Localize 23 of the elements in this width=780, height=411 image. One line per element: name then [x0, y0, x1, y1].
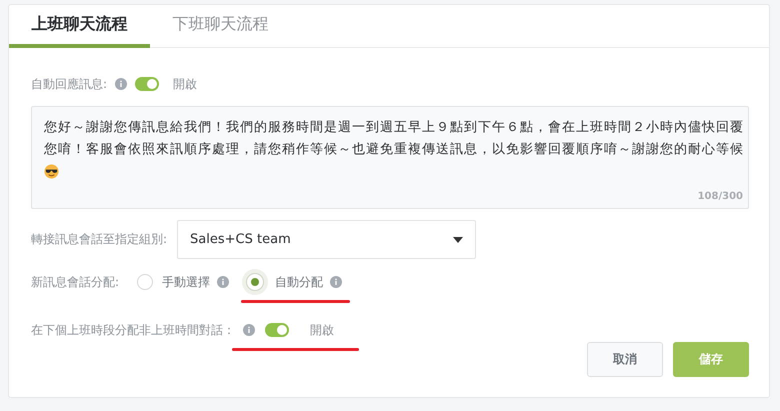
info-icon [330, 276, 342, 288]
group-select[interactable]: Sales+CS team [177, 220, 476, 259]
field-label: 自動回應訊息: [31, 76, 108, 92]
toggle-switch[interactable] [265, 323, 289, 337]
message-text: 您好～謝謝您傳訊息給我們！我們的服務時間是週一到週五早上９點到下午６點，會在上班時間２小時內儘快回覆您唷！客服會依照來訊順序處理，請您稍作等候～也避免重複傳送訊息，以免影響回覆順序唷～謝謝您的耐心等候 [44, 119, 745, 159]
tab[interactable]: 上班聊天流程 [9, 5, 150, 48]
info-icon [115, 78, 128, 90]
info-icon [243, 324, 255, 336]
field-label: 在下個上班時段分配非上班時間對話： [31, 322, 235, 338]
cancel-button[interactable]: 取消 [587, 342, 663, 377]
radio-button[interactable] [137, 274, 154, 290]
toggle-label: 開啟 [173, 76, 198, 92]
sunglasses-face-icon [44, 164, 59, 179]
info-icon [217, 276, 230, 288]
toggle-switch[interactable] [135, 77, 160, 91]
toggle-label: 開啟 [310, 322, 334, 338]
character-counter: 108/300 [698, 191, 743, 202]
radio-label: 手動選擇 [162, 274, 210, 290]
field-label: 新訊息會話分配: [31, 274, 120, 290]
dropdown-caret-icon [453, 236, 464, 242]
message-field[interactable]: 您好～謝謝您傳訊息給我們！我們的服務時間是週一到週五早上９點到下午６點，會在上班時間２小時內儘快回覆您唷！客服會依照來訊順序處理，請您稍作等候～也避免重複傳送訊息，以免影響回覆順序唷～謝謝您的耐心等候 108/300 [31, 106, 749, 209]
radio-label: 自動分配 [275, 274, 324, 290]
field-label: 轉接訊息會話至指定組別: [31, 231, 168, 248]
